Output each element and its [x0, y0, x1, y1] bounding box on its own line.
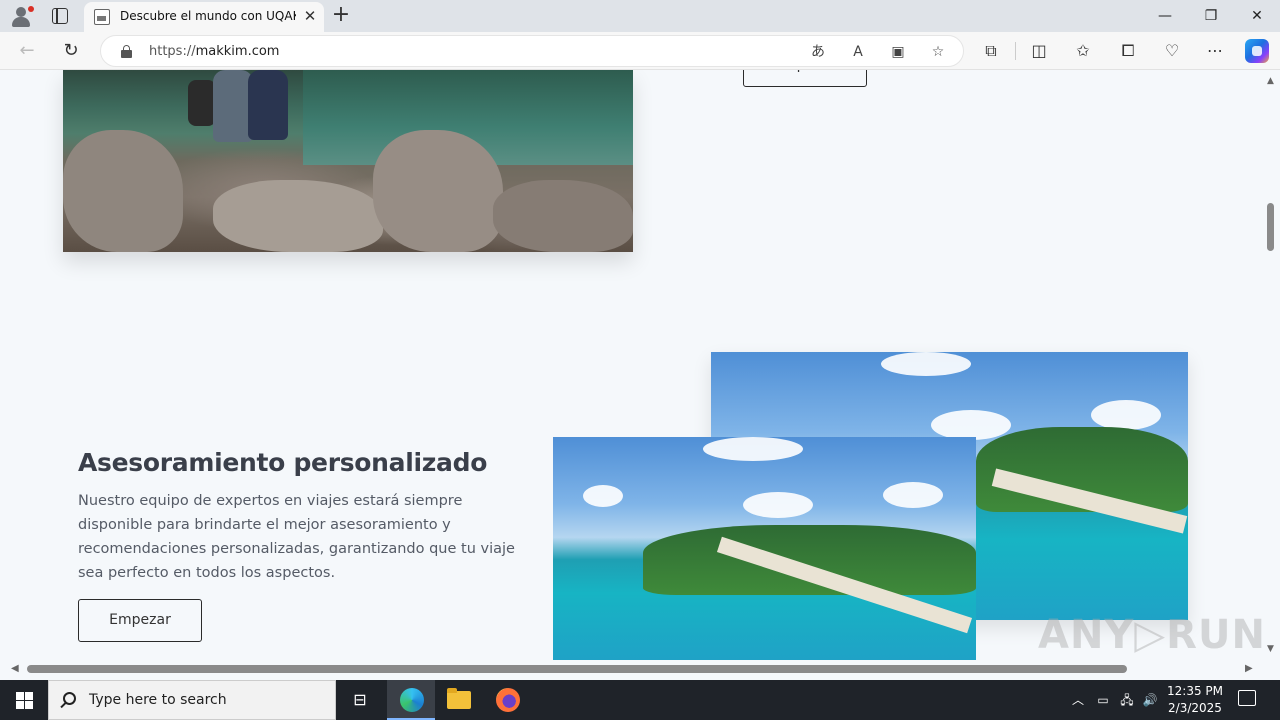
back-arrow-icon[interactable]: ← — [14, 38, 40, 64]
edge-taskbar-icon[interactable] — [387, 680, 435, 720]
start-button[interactable]: Empezar — [78, 599, 202, 642]
taskbar-search-input[interactable]: Type here to search — [48, 680, 336, 720]
favorite-star-icon[interactable]: ☆ — [927, 41, 949, 63]
search-icon — [63, 692, 76, 705]
show-hidden-icons-chevron-icon[interactable]: ︿ — [1068, 680, 1088, 720]
url-text[interactable]: https://makkim.com — [149, 44, 279, 59]
close-window-button[interactable]: ✕ — [1234, 0, 1280, 32]
taskbar-search-placeholder: Type here to search — [89, 692, 227, 708]
windows-taskbar: Type here to search ⊟ ︿ ▭ 🖧 🔊 12:35 PM 2… — [0, 680, 1280, 720]
profile-avatar-icon[interactable] — [8, 4, 34, 28]
lock-icon[interactable] — [121, 45, 132, 58]
browser-tab-bar: Descubre el mundo con UQAKBI ✕ + — ❐ ✕ — [0, 0, 1280, 32]
copilot-icon[interactable] — [1245, 39, 1269, 63]
horizontal-scroll-thumb[interactable] — [27, 665, 1127, 673]
taskbar-clock[interactable]: 12:35 PM 2/3/2025 — [1160, 683, 1230, 717]
toolbar-divider — [1015, 42, 1016, 60]
notifications-icon[interactable] — [1238, 690, 1256, 706]
address-bar[interactable]: https://makkim.com あ A ▣ ☆ — [100, 35, 964, 67]
page-viewport: Empezar Asesoramiento personalizado Nues… — [0, 70, 1262, 660]
volume-icon[interactable]: 🔊 — [1140, 680, 1160, 720]
translate-icon[interactable]: あ — [807, 41, 829, 63]
tab-title: Descubre el mundo con UQAKBI — [120, 9, 296, 23]
settings-menu-icon[interactable]: ⋯ — [1202, 38, 1228, 64]
anyrun-watermark: ANY▷RUN — [1038, 612, 1266, 658]
scroll-left-arrow-icon[interactable]: ◀ — [11, 663, 19, 674]
tropical-beach-photo-front — [553, 437, 976, 660]
browser-tab[interactable]: Descubre el mundo con UQAKBI ✕ — [84, 2, 324, 32]
browser-essentials-icon[interactable]: ♡ — [1159, 38, 1185, 64]
scroll-right-arrow-icon[interactable]: ▶ — [1245, 663, 1253, 674]
favorites-icon[interactable]: ✩ — [1070, 38, 1096, 64]
browser-toolbar: ← ↻ https://makkim.com あ A ▣ ☆ ⧉ ◫ ✩ ⧠ ♡… — [0, 32, 1280, 70]
windows-start-icon[interactable] — [0, 680, 48, 720]
maximize-button[interactable]: ❐ — [1188, 0, 1234, 32]
refresh-icon[interactable]: ↻ — [58, 38, 84, 64]
split-screen-icon[interactable]: ◫ — [1026, 38, 1052, 64]
tab-close-icon[interactable]: ✕ — [300, 6, 320, 26]
task-view-icon[interactable]: ⊟ — [336, 680, 384, 720]
section-description: Nuestro equipo de expertos en viajes est… — [78, 493, 515, 581]
immersive-reader-icon[interactable]: ▣ — [887, 41, 909, 63]
vertical-scroll-thumb[interactable] — [1267, 203, 1274, 251]
vertical-scrollbar[interactable]: ▲ ▼ — [1262, 70, 1280, 660]
top-start-button[interactable]: Empezar — [743, 70, 867, 87]
minimize-button[interactable]: — — [1142, 0, 1188, 32]
file-explorer-icon[interactable] — [435, 680, 483, 720]
section-heading: Asesoramiento personalizado — [78, 448, 488, 477]
read-aloud-icon[interactable]: A — [847, 41, 869, 63]
device-icon[interactable]: ▭ — [1093, 680, 1113, 720]
firefox-icon[interactable] — [484, 680, 532, 720]
extensions-icon[interactable]: ⧉ — [978, 38, 1004, 64]
clock-time: 12:35 PM — [1167, 684, 1223, 698]
scroll-down-arrow-icon[interactable]: ▼ — [1267, 644, 1274, 654]
new-tab-button[interactable]: + — [330, 4, 352, 26]
collections-icon[interactable]: ⧠ — [1115, 38, 1141, 64]
network-icon[interactable]: 🖧 — [1116, 680, 1138, 720]
scroll-up-arrow-icon[interactable]: ▲ — [1267, 76, 1274, 86]
horizontal-scrollbar[interactable]: ◀ ▶ — [0, 660, 1262, 680]
clock-date: 2/3/2025 — [1168, 701, 1222, 715]
favicon-icon — [94, 9, 110, 25]
hikers-lake-photo — [63, 70, 633, 252]
tab-actions-icon[interactable] — [52, 8, 68, 24]
